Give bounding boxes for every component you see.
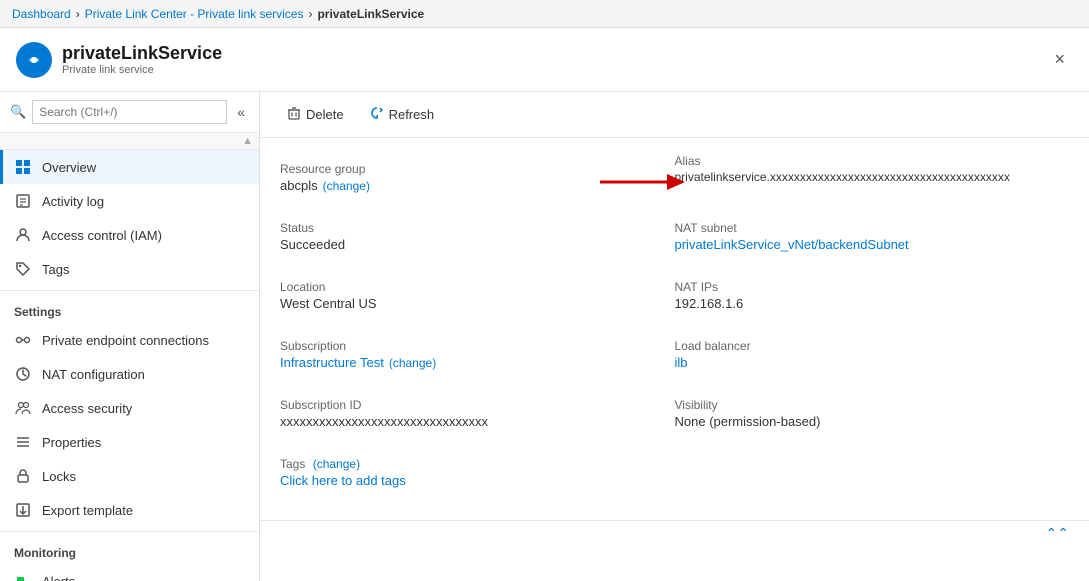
tags-add-link[interactable]: Click here to add tags — [280, 473, 406, 488]
collapse-chevron-icon[interactable]: ⌃⌃ — [1046, 525, 1069, 542]
sidebar-item-label: Activity log — [42, 194, 104, 209]
nat-subnet-value[interactable]: privateLinkService_vNet/backendSubnet — [675, 237, 909, 252]
sidebar-item-label: Access control (IAM) — [42, 228, 162, 243]
subscription-id-item: Subscription ID xxxxxxxxxxxxxxxxxxxxxxxx… — [280, 390, 675, 437]
sidebar-item-label: Locks — [42, 469, 76, 484]
export-template-icon — [14, 501, 32, 519]
sidebar-item-access-security[interactable]: Access security — [0, 391, 259, 425]
access-security-icon — [14, 399, 32, 417]
alias-value: privatelinkservice.xxxxxxxxxxxxxxxxxxxxx… — [675, 170, 1070, 184]
private-endpoint-icon — [14, 331, 32, 349]
sidebar-item-label: NAT configuration — [42, 367, 145, 382]
resource-subtitle: Private link service — [62, 64, 222, 76]
settings-section-label: Settings — [0, 295, 259, 323]
subscription-change-link[interactable]: (change) — [389, 356, 436, 370]
sidebar-item-label: Alerts — [42, 574, 75, 581]
subscription-item: Subscription Infrastructure Test (change… — [280, 331, 675, 378]
sidebar-item-tags[interactable]: Tags — [0, 252, 259, 286]
visibility-label: Visibility — [675, 398, 1054, 412]
delete-icon — [287, 106, 301, 123]
status-item: Status Succeeded — [280, 213, 675, 260]
resource-group-value: abcpls — [280, 178, 318, 193]
breadcrumb: Dashboard › Private Link Center - Privat… — [0, 0, 1089, 28]
breadcrumb-dashboard[interactable]: Dashboard — [12, 7, 71, 21]
resource-title: privateLinkService — [62, 43, 222, 64]
sidebar-item-nat-configuration[interactable]: NAT configuration — [0, 357, 259, 391]
refresh-icon — [370, 106, 384, 123]
visibility-item: Visibility None (permission-based) — [675, 390, 1070, 437]
nat-ips-label: NAT IPs — [675, 280, 1054, 294]
sidebar-item-label: Access security — [42, 401, 132, 416]
collapse-sidebar-button[interactable]: « — [233, 102, 249, 122]
locks-icon — [14, 467, 32, 485]
nat-subnet-label: NAT subnet — [675, 221, 1054, 235]
resource-group-change-link[interactable]: (change) — [323, 179, 370, 193]
sidebar-item-overview[interactable]: Overview — [0, 150, 259, 184]
tags-item: Tags (change) Click here to add tags — [280, 449, 1069, 496]
load-balancer-value[interactable]: ilb — [675, 355, 688, 370]
sidebar: 🔍 « ▲ — [0, 92, 260, 581]
sidebar-item-locks[interactable]: Locks — [0, 459, 259, 493]
status-value: Succeeded — [280, 237, 659, 252]
access-control-icon — [14, 226, 32, 244]
activity-log-icon — [14, 192, 32, 210]
properties-icon — [14, 433, 32, 451]
breadcrumb-current: privateLinkService — [317, 7, 424, 21]
nat-config-icon — [14, 365, 32, 383]
sidebar-item-private-endpoint-connections[interactable]: Private endpoint connections — [0, 323, 259, 357]
refresh-button[interactable]: Refresh — [359, 100, 446, 129]
resource-header: privateLinkService Private link service … — [0, 28, 1089, 92]
location-item: Location West Central US — [280, 272, 675, 319]
sidebar-item-label: Tags — [42, 262, 69, 277]
nat-subnet-item: NAT subnet privateLinkService_vNet/backe… — [675, 213, 1070, 260]
search-box: 🔍 « — [0, 92, 259, 133]
delete-button[interactable]: Delete — [276, 100, 355, 129]
sidebar-item-alerts[interactable]: Alerts — [0, 564, 259, 581]
alerts-icon — [14, 572, 32, 581]
alias-label: Alias — [675, 154, 1070, 168]
resource-icon — [16, 42, 52, 78]
refresh-label: Refresh — [389, 107, 435, 122]
nat-ips-value: 192.168.1.6 — [675, 296, 1054, 311]
location-value: West Central US — [280, 296, 659, 311]
close-button[interactable]: × — [1046, 45, 1073, 74]
overview-icon — [14, 158, 32, 176]
search-icon: 🔍 — [10, 104, 26, 120]
toolbar: Delete Refresh — [260, 92, 1089, 138]
scroll-up-indicator[interactable]: ▲ — [242, 135, 253, 147]
sidebar-item-label: Properties — [42, 435, 101, 450]
delete-label: Delete — [306, 107, 344, 122]
subscription-label: Subscription — [280, 339, 659, 353]
sidebar-item-label: Export template — [42, 503, 133, 518]
tags-label: Tags (change) — [280, 457, 1053, 471]
load-balancer-label: Load balancer — [675, 339, 1054, 353]
monitoring-section-label: Monitoring — [0, 536, 259, 564]
sidebar-item-properties[interactable]: Properties — [0, 425, 259, 459]
search-input[interactable] — [32, 100, 227, 124]
sidebar-item-label: Private endpoint connections — [42, 333, 209, 348]
nat-ips-item: NAT IPs 192.168.1.6 — [675, 272, 1070, 319]
sidebar-item-label: Overview — [42, 160, 96, 175]
collapse-section: ⌃⌃ — [260, 520, 1089, 546]
sidebar-item-export-template[interactable]: Export template — [0, 493, 259, 527]
breadcrumb-private-link[interactable]: Private Link Center - Private link servi… — [85, 7, 304, 21]
tags-icon — [14, 260, 32, 278]
alias-item: Alias privatelinkservice.xxxxxxxxxxxxxxx… — [675, 154, 1070, 184]
location-label: Location — [280, 280, 659, 294]
subscription-value[interactable]: Infrastructure Test — [280, 355, 384, 370]
arrow-annotation — [595, 168, 685, 199]
subscription-id-label: Subscription ID — [280, 398, 659, 412]
sidebar-item-access-control[interactable]: Access control (IAM) — [0, 218, 259, 252]
subscription-id-value: xxxxxxxxxxxxxxxxxxxxxxxxxxxxxxxx — [280, 414, 659, 429]
visibility-value: None (permission-based) — [675, 414, 1054, 429]
sidebar-item-activity-log[interactable]: Activity log — [0, 184, 259, 218]
status-label: Status — [280, 221, 659, 235]
load-balancer-item: Load balancer ilb — [675, 331, 1070, 378]
main-content: Delete Refresh — [260, 92, 1089, 581]
tags-change-link[interactable]: (change) — [313, 457, 360, 471]
